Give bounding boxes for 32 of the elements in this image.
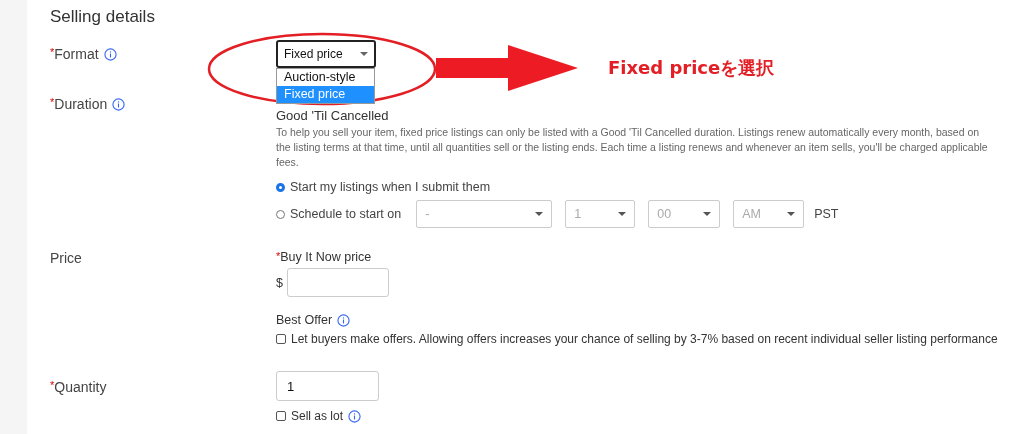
best-offer-label: Best Offer [276,313,333,327]
dropdown-option[interactable]: Auction-style [277,69,374,86]
quantity-input[interactable]: 1 [276,371,379,401]
currency-symbol: $ [276,275,284,290]
radio-label[interactable]: Schedule to start on [290,207,402,221]
price-input[interactable] [287,268,389,297]
field-label: Price [50,250,82,266]
checkbox[interactable] [276,334,286,344]
caret-icon [535,212,544,216]
duration-value: Good 'Til Cancelled [276,108,390,123]
duration-note: To help you sell your item, fixed price listings can only be listed with a Good 'Til Cancelled duration. Listings renew automatically every month, based on the listing terms at that time, until all quantities sell or the listing ends. Each time a listing renews and whenever an item sells, you'll be charged applicable fees. [276,125,988,170]
field-label: *Format [50,46,99,62]
radio-label[interactable]: Start my listings when I submit them [290,180,491,194]
caret-icon [703,212,712,216]
caret-icon [360,52,368,56]
section-heading: Selling details [50,7,156,27]
info-icon[interactable] [337,313,351,327]
caret-icon [618,212,627,216]
checkbox[interactable] [276,411,286,421]
timezone-label: PST [814,207,839,221]
format-dropdown[interactable]: Fixed price [276,40,376,68]
info-icon[interactable] [348,409,362,423]
field-label: *Quantity [50,379,107,395]
field-label: *Buy It Now price [276,250,373,264]
annotation-text: Fixed priceを選択 [608,56,775,80]
checkbox-label[interactable]: Sell as lot [291,409,344,423]
info-icon[interactable] [103,48,117,61]
checkbox-label[interactable]: Let buyers make offers. Allowing offers increases your chance of selling by 3-7% based on recent individual seller listing performance [291,332,998,346]
caret-icon [787,212,796,216]
radio-button[interactable] [276,182,285,192]
field-label: *Duration [50,96,108,112]
info-icon[interactable] [112,98,126,111]
